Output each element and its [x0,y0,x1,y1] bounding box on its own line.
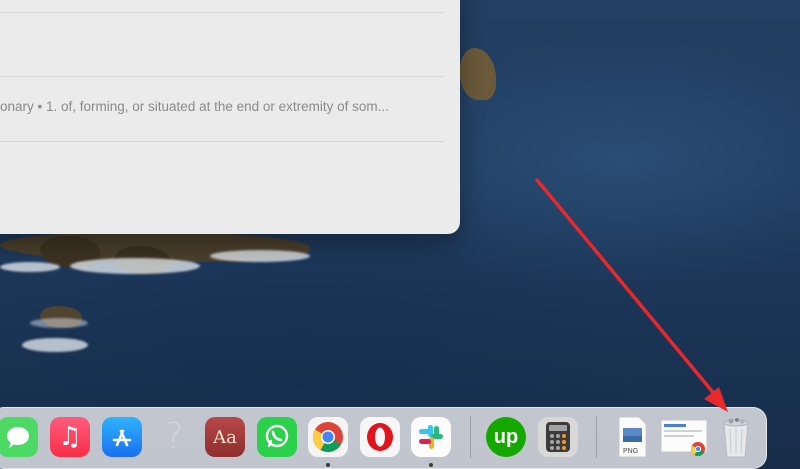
spotlight-window: onary • 1. of, forming, or situated at t… [0,0,460,234]
dock-app-slack[interactable] [411,417,451,457]
spotlight-result-row[interactable]: onary • 1. of, forming, or situated at t… [0,77,444,142]
upwork-icon: up [493,425,519,448]
music-note-icon: ♫ [58,422,82,452]
spotlight-result-row[interactable] [0,13,444,77]
calculator-icon [546,422,570,452]
dictionary-result-snippet: onary • 1. of, forming, or situated at t… [0,99,389,114]
slack-running-indicator [429,463,433,467]
trash-icon [723,418,749,458]
dock-app-messages[interactable] [0,417,38,457]
dock-app-chrome-document[interactable] [660,417,710,457]
opera-icon [367,423,393,451]
dock-app-unknown[interactable]: ? [154,417,194,457]
sea-foam [210,250,310,262]
dock-app-chrome[interactable] [308,417,348,457]
sea-foam [22,338,88,352]
dock-app-calculator[interactable] [538,417,578,457]
question-mark-icon: ? [164,417,184,457]
whatsapp-icon [265,424,289,448]
sea-foam [0,262,60,272]
coast-rock [460,48,496,100]
dock-app-whatsapp[interactable] [257,417,297,457]
dock-app-dictionary[interactable]: Aa [205,417,245,457]
spotlight-result-row[interactable] [0,0,444,13]
sea-foam [30,318,88,328]
chrome-document-icon [660,419,708,456]
sea-foam [70,258,200,274]
dictionary-icon: Aa [213,426,237,448]
messages-icon [7,427,29,448]
dock-separator [470,416,471,458]
dock-app-upwork[interactable]: up [486,417,526,457]
dock-app-app-store[interactable] [102,417,142,457]
dock-separator [596,416,597,458]
app-store-icon [112,429,132,447]
dock-app-png-file[interactable]: PNG [612,416,652,458]
chrome-icon [312,422,343,453]
dock-app-music[interactable]: ♫ [50,417,90,457]
dock-app-opera[interactable] [360,417,400,457]
chrome-running-indicator [326,463,330,467]
png-file-label: PNG [623,448,639,455]
dock-app-trash[interactable] [716,417,756,458]
slack-icon [419,425,443,449]
